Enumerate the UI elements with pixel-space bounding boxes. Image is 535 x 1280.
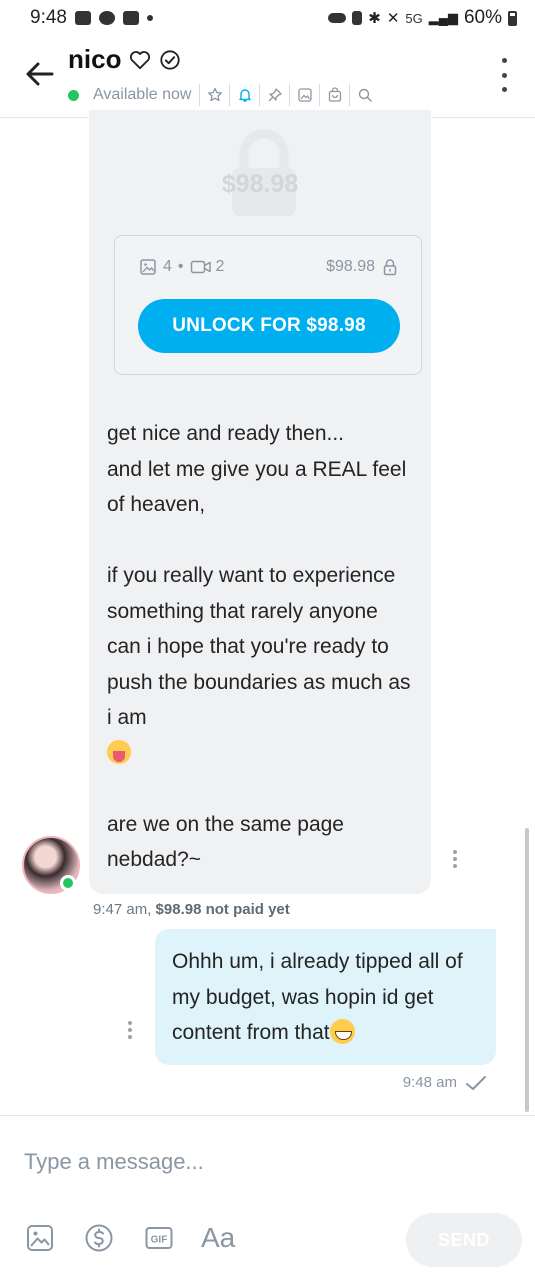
purchases-button[interactable] <box>319 84 349 106</box>
locked-content-card: 4 • 2 $98.98 UNLOCK FOR $98.98 <box>114 235 422 375</box>
separator-dot: • <box>177 258 184 275</box>
network-label: 5G <box>405 10 423 26</box>
video-count: 2 <box>215 258 225 275</box>
search-icon <box>358 88 372 102</box>
sent-check-icon <box>466 1075 486 1090</box>
image-icon <box>27 1225 53 1251</box>
photo-icon <box>140 259 156 275</box>
outgoing-message-text: Ohhh um, i already tipped all of my budg… <box>172 944 482 1051</box>
arrow-left-icon <box>26 62 54 86</box>
avatar-online-indicator <box>60 875 76 891</box>
gallery-notification-icon <box>74 11 91 25</box>
locked-price-value: $98.98 <box>326 258 375 275</box>
grinning-sweat-emoji-icon <box>329 1019 355 1044</box>
mute-icon: ✕ <box>386 10 400 27</box>
nfc-icon <box>352 11 363 25</box>
bluetooth-icon: ✱ <box>368 10 381 27</box>
heart-icon <box>130 50 151 69</box>
signal-icon: ▂▄▆ <box>428 10 458 25</box>
key-icon <box>328 13 347 23</box>
outgoing-message-time: 9:48 am <box>402 1074 457 1091</box>
search-button[interactable] <box>349 84 379 106</box>
back-button[interactable] <box>22 56 58 92</box>
battery-icon <box>508 10 517 26</box>
message-input[interactable] <box>24 1144 504 1180</box>
bell-icon <box>239 89 251 102</box>
outgoing-text: Ohhh um, i already tipped all of my budg… <box>172 950 463 1044</box>
contact-status-row: Available now <box>68 84 379 106</box>
outgoing-message-meta: 9:48 am <box>403 1074 487 1091</box>
notifications-button[interactable] <box>229 84 259 106</box>
bag-icon <box>328 87 342 102</box>
incoming-message-text: get nice and ready then... and let me gi… <box>107 416 417 878</box>
star-icon <box>207 87 222 102</box>
payment-status: $98.98 not paid yet <box>155 901 290 918</box>
contact-name-row[interactable]: nico <box>68 44 181 75</box>
incoming-message-time: 9:47 am, <box>93 901 152 918</box>
verified-badge-icon <box>160 49 181 70</box>
tongue-emoji-icon <box>107 739 131 764</box>
gif-icon: GIF <box>145 1227 173 1249</box>
text-format-button[interactable]: Aa <box>201 1222 235 1254</box>
chat-notification-icon <box>98 11 115 25</box>
status-bar: 9:48 ✱ ✕ 5G ▂▄▆ 60% <box>0 0 535 36</box>
video-icon <box>190 260 211 274</box>
outgoing-message-options-button[interactable] <box>127 1021 133 1039</box>
pin-button[interactable] <box>259 84 289 106</box>
image-icon <box>298 88 312 102</box>
incoming-text-part1: get nice and ready then... and let me gi… <box>107 422 411 729</box>
more-options-button[interactable] <box>499 58 509 92</box>
youtube-notification-icon <box>122 11 139 25</box>
media-gallery-button[interactable] <box>289 84 319 106</box>
send-button[interactable]: SEND <box>406 1213 522 1267</box>
chat-scrollbar[interactable] <box>525 828 529 1112</box>
more-notifications-icon <box>146 15 153 21</box>
chat-header: nico Available now <box>0 36 535 118</box>
contact-name[interactable]: nico <box>68 44 121 75</box>
locked-price: $98.98 <box>326 258 399 276</box>
lock-icon <box>383 259 397 276</box>
favorite-button[interactable] <box>199 84 229 106</box>
unlock-button[interactable]: UNLOCK FOR $98.98 <box>138 299 400 353</box>
pin-icon <box>268 88 282 102</box>
svg-text:GIF: GIF <box>151 1235 168 1246</box>
message-composer: GIF Aa SEND <box>0 1115 535 1280</box>
online-indicator <box>68 89 79 101</box>
incoming-message-meta: 9:47 am, $98.98 not paid yet <box>93 901 290 918</box>
incoming-text-part2: are we on the same page nebdad?~ <box>107 812 344 872</box>
status-time: 9:48 <box>30 7 67 28</box>
dollar-icon <box>85 1224 113 1252</box>
locked-content-info: 4 • 2 $98.98 <box>139 258 399 276</box>
photo-count: 4 <box>163 258 172 275</box>
incoming-message-options-button[interactable] <box>452 850 458 868</box>
locked-price-overlay: $98.98 <box>221 170 299 198</box>
send-tip-button[interactable] <box>83 1222 115 1254</box>
availability-status: Available now <box>93 86 192 103</box>
attach-media-button[interactable] <box>24 1222 56 1254</box>
battery-percent: 60% <box>463 7 502 28</box>
gif-button[interactable]: GIF <box>143 1222 175 1254</box>
